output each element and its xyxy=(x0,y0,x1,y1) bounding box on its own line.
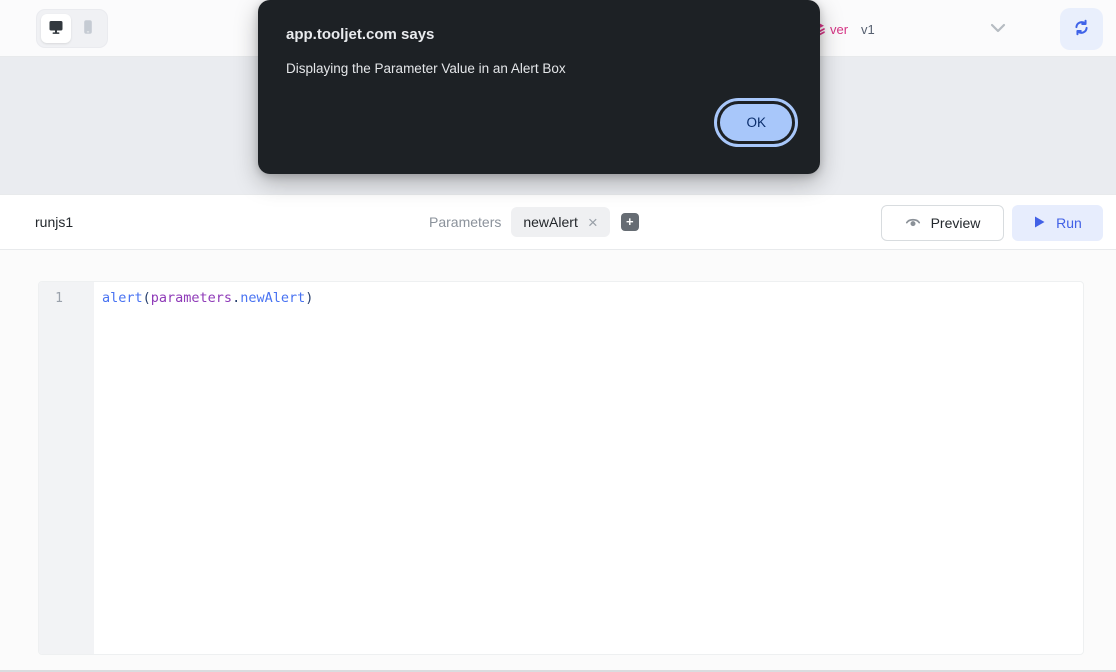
code-token-open-paren: ( xyxy=(143,290,151,306)
code-token-parameters: parameters xyxy=(151,290,232,306)
dialog-title: app.tooljet.com says xyxy=(286,26,798,44)
code-editor[interactable]: 1 alert(parameters.newAlert) xyxy=(38,281,1084,655)
parameters-group: Parameters newAlert × + xyxy=(429,195,639,249)
parameter-chip-label: newAlert xyxy=(523,214,577,230)
ok-button-label: OK xyxy=(720,104,792,141)
mobile-view-button[interactable] xyxy=(73,14,103,43)
preview-button[interactable]: Preview xyxy=(881,205,1004,241)
run-button[interactable]: Run xyxy=(1012,205,1103,241)
chevron-down-icon[interactable] xyxy=(986,21,1010,37)
mobile-icon xyxy=(80,19,96,38)
remove-parameter-icon[interactable]: × xyxy=(588,214,598,231)
run-button-label: Run xyxy=(1056,215,1082,231)
preview-button-label: Preview xyxy=(931,215,981,231)
query-panel-header: runjs1 Parameters newAlert × + Preview xyxy=(0,194,1116,250)
dialog-message: Displaying the Parameter Value in an Ale… xyxy=(286,61,798,77)
device-toggle xyxy=(36,9,108,48)
version-label: ver xyxy=(830,22,848,37)
query-name[interactable]: runjs1 xyxy=(35,214,73,230)
ok-button[interactable]: OK xyxy=(714,98,798,147)
add-parameter-button[interactable]: + xyxy=(621,213,639,231)
code-token-close-paren: ) xyxy=(305,290,313,306)
parameters-label: Parameters xyxy=(429,214,501,230)
eye-icon xyxy=(905,214,921,233)
plus-icon: + xyxy=(626,214,634,230)
line-number: 1 xyxy=(39,289,94,308)
desktop-icon xyxy=(48,19,64,38)
code-token-function: alert xyxy=(102,290,143,306)
refresh-icon xyxy=(1073,19,1090,39)
browser-alert-dialog: app.tooljet.com says Displaying the Para… xyxy=(258,0,820,174)
code-area[interactable]: alert(parameters.newAlert) xyxy=(94,282,1083,654)
code-token-newalert: newAlert xyxy=(240,290,305,306)
version-selector[interactable]: v1 xyxy=(861,22,875,37)
code-token-dot: . xyxy=(232,290,240,306)
code-line: alert(parameters.newAlert) xyxy=(102,289,1083,308)
refresh-button[interactable] xyxy=(1060,8,1103,50)
line-number-gutter: 1 xyxy=(39,282,94,654)
tooljet-app-editor-screen: ver v1 runjs1 Parameters ne xyxy=(0,0,1116,672)
query-editor-workspace: 1 alert(parameters.newAlert) xyxy=(0,250,1116,672)
desktop-view-button[interactable] xyxy=(41,14,71,43)
parameter-chip[interactable]: newAlert × xyxy=(511,207,609,237)
dialog-footer: OK xyxy=(286,98,798,147)
play-icon xyxy=(1033,215,1046,232)
